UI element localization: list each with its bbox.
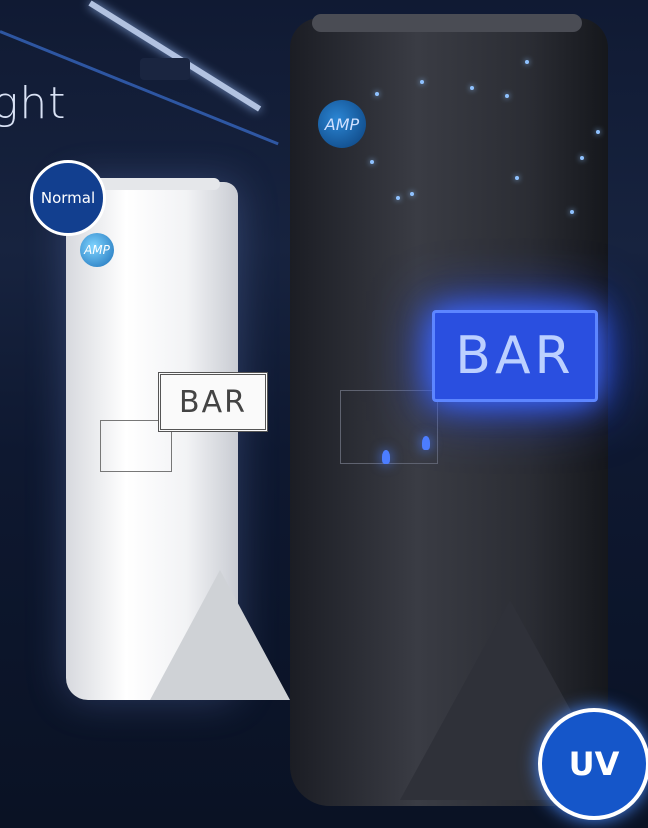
- badge-normal: Normal: [30, 160, 106, 236]
- can-uv-lid: [312, 14, 582, 32]
- can-normal-logo: AMP: [80, 233, 114, 267]
- star-dot: [410, 192, 414, 196]
- ceiling-light-beam: [88, 0, 262, 112]
- star-dot: [470, 86, 474, 90]
- star-dot: [420, 80, 424, 84]
- star-dot: [396, 196, 400, 200]
- can-normal-boat-illustration: [150, 570, 290, 700]
- can-uv-bar-sign: BAR: [432, 310, 598, 402]
- star-dot: [580, 156, 584, 160]
- star-dot: [596, 130, 600, 134]
- can-normal-bar-sign: BAR: [158, 372, 268, 432]
- star-dot: [570, 210, 574, 214]
- torch-flame: [422, 436, 430, 450]
- star-dot: [370, 160, 374, 164]
- star-dot: [525, 60, 529, 64]
- star-dot: [505, 94, 509, 98]
- product-scene: ght AMP BAR Normal AMP BAR UV: [0, 0, 648, 828]
- star-dot: [375, 92, 379, 96]
- headline-partial: ght: [0, 78, 67, 129]
- badge-uv: UV: [538, 708, 648, 820]
- ceiling-lamp: [140, 58, 190, 80]
- can-uv-logo: AMP: [318, 100, 366, 148]
- torch-flame: [382, 450, 390, 464]
- star-dot: [515, 176, 519, 180]
